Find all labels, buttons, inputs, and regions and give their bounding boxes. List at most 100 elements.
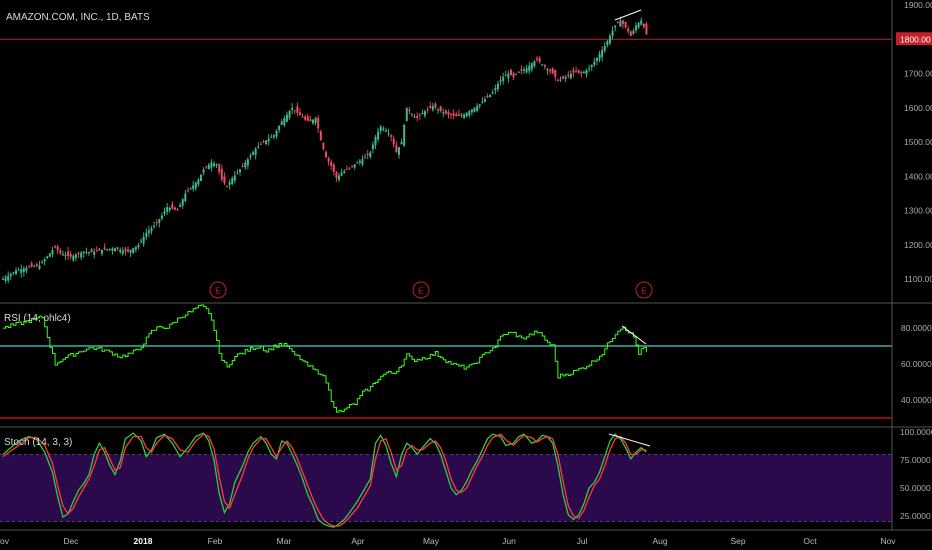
candle-body bbox=[69, 254, 72, 257]
candle-body bbox=[85, 251, 88, 253]
candle-body bbox=[150, 228, 153, 232]
candle-body bbox=[90, 249, 93, 253]
candle-body bbox=[163, 211, 166, 214]
candle-body bbox=[108, 248, 111, 250]
candle-body bbox=[387, 133, 390, 135]
candle-body bbox=[158, 219, 161, 223]
candle-body bbox=[403, 124, 406, 146]
candle-body bbox=[621, 20, 624, 24]
candle-body bbox=[77, 252, 80, 254]
candle-body bbox=[546, 68, 549, 71]
candle-body bbox=[28, 266, 31, 268]
candle-body bbox=[585, 70, 588, 75]
candle-body bbox=[93, 251, 96, 255]
candle-body bbox=[588, 68, 591, 70]
candle-body bbox=[145, 232, 148, 237]
price-y-tick: 1100.00 bbox=[904, 274, 932, 284]
candle-body bbox=[54, 246, 57, 248]
candle-body bbox=[257, 146, 260, 148]
candle-body bbox=[103, 247, 106, 250]
candle-body bbox=[192, 185, 195, 189]
candle-body bbox=[637, 22, 640, 28]
price-y-tick: 1900.00 bbox=[904, 0, 932, 10]
candle-body bbox=[528, 65, 531, 72]
candle-body bbox=[322, 142, 325, 149]
rsi-line bbox=[3, 304, 647, 413]
candle-body bbox=[395, 145, 398, 153]
candle-body bbox=[390, 135, 393, 137]
candle-body bbox=[223, 176, 226, 184]
candle-body bbox=[314, 118, 317, 124]
candle-body bbox=[95, 250, 98, 252]
candle-body bbox=[468, 111, 471, 116]
candle-body bbox=[153, 225, 156, 227]
candle-body bbox=[437, 109, 440, 111]
rsi-y-tick: 60.0000 bbox=[901, 359, 932, 369]
candle-body bbox=[4, 277, 7, 281]
candle-body bbox=[564, 76, 567, 79]
candle-body bbox=[624, 21, 627, 28]
candle-body bbox=[220, 169, 223, 180]
candle-body bbox=[72, 255, 75, 261]
stoch-band-fill bbox=[0, 454, 892, 522]
stoch-y-tick: 50.0000 bbox=[900, 483, 931, 493]
x-axis-date-label: 2018 bbox=[134, 536, 153, 546]
stoch-pane bbox=[0, 432, 892, 528]
candle-body bbox=[447, 111, 450, 115]
candle-body bbox=[168, 207, 171, 211]
candle-body bbox=[98, 248, 101, 251]
candle-body bbox=[205, 166, 208, 168]
earnings-marker-label: E bbox=[215, 286, 221, 296]
candle-body bbox=[265, 140, 268, 144]
candle-body bbox=[15, 270, 18, 275]
candle-body bbox=[348, 167, 351, 169]
candle-body bbox=[338, 175, 341, 180]
candle-body bbox=[364, 157, 367, 159]
candle-body bbox=[554, 69, 557, 77]
x-axis-date-label: Nov bbox=[880, 536, 896, 546]
stoch-y-tick: 75.0000 bbox=[900, 455, 931, 465]
candle-body bbox=[236, 172, 239, 174]
candle-body bbox=[629, 31, 632, 36]
candle-body bbox=[129, 249, 132, 253]
candle-body bbox=[577, 69, 580, 73]
candle-body bbox=[478, 104, 481, 106]
candle-body bbox=[181, 199, 184, 206]
candle-body bbox=[499, 80, 502, 82]
candle-body bbox=[241, 165, 244, 167]
price-y-tick: 1700.00 bbox=[904, 69, 932, 79]
candle-body bbox=[567, 74, 570, 76]
candle-body bbox=[645, 23, 648, 35]
candle-body bbox=[218, 164, 221, 172]
x-axis-date-label: Mar bbox=[277, 536, 292, 546]
candle-body bbox=[434, 103, 437, 108]
earnings-marker-label: E bbox=[641, 286, 647, 296]
candle-body bbox=[285, 114, 288, 122]
candle-body bbox=[559, 79, 562, 81]
candle-body bbox=[64, 255, 67, 257]
candle-body bbox=[239, 169, 242, 173]
candle-body bbox=[619, 20, 622, 27]
candle-body bbox=[642, 23, 645, 28]
candle-body bbox=[22, 268, 25, 272]
candle-body bbox=[327, 158, 330, 162]
candle-body bbox=[483, 99, 486, 102]
candle-body bbox=[614, 25, 617, 28]
candle-body bbox=[632, 30, 635, 34]
x-axis-date-label: Apr bbox=[351, 536, 364, 546]
candle-body bbox=[155, 222, 158, 224]
candle-body bbox=[38, 265, 41, 269]
candle-body bbox=[20, 269, 23, 274]
candle-body bbox=[171, 204, 174, 209]
candle-body bbox=[562, 76, 565, 79]
candle-body bbox=[400, 142, 403, 145]
candle-body bbox=[147, 230, 150, 234]
candle-body bbox=[317, 117, 320, 129]
candle-body bbox=[296, 106, 299, 113]
candle-body bbox=[61, 254, 64, 256]
candle-body bbox=[30, 263, 33, 267]
candle-body bbox=[301, 116, 304, 118]
candle-body bbox=[384, 130, 387, 132]
rsi-y-tick: 80.0000 bbox=[901, 323, 932, 333]
candle-body bbox=[35, 264, 38, 266]
